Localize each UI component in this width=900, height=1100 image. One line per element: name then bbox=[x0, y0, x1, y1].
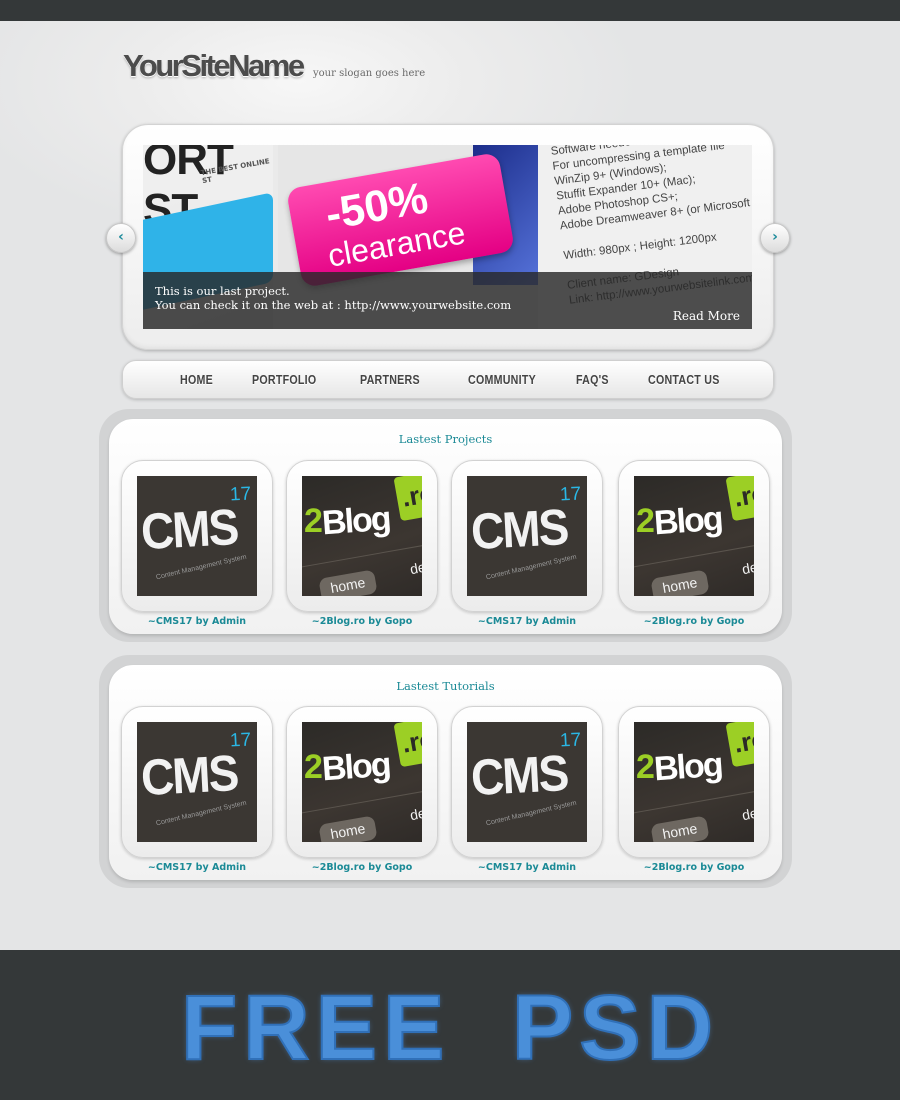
read-more-link[interactable]: Read More bbox=[673, 309, 740, 323]
cms17-thumbnail[interactable]: CMS 17 Content Management System bbox=[467, 722, 587, 842]
top-bar bbox=[0, 0, 900, 21]
projects-card[interactable]: CMS 17 Content Management System bbox=[451, 460, 603, 612]
blog-home-button-art: home bbox=[650, 569, 710, 596]
tutorials-title: Lastest Tutorials bbox=[396, 679, 495, 693]
cms-logo-number: 17 bbox=[559, 483, 582, 506]
cms-logo-number: 17 bbox=[229, 729, 252, 752]
nav-item-community[interactable]: COMMUNITY bbox=[468, 372, 536, 387]
tutorials-card-label[interactable]: ~2Blog.ro by Gopo bbox=[614, 862, 774, 873]
blog-thumbnail[interactable]: .ro 2 Blog home de bbox=[634, 476, 754, 596]
nav-item-partners[interactable]: PARTNERS bbox=[360, 372, 420, 387]
caption-line-2: You can check it on the web at : http://… bbox=[155, 298, 512, 312]
site-logo[interactable]: YourSiteName bbox=[123, 48, 305, 84]
tutorials-card[interactable]: .ro 2 Blog home de bbox=[286, 706, 438, 858]
blog-thumbnail[interactable]: .ro 2 Blog home de bbox=[302, 722, 422, 842]
cms-logo-number: 17 bbox=[559, 729, 582, 752]
nav-item-portfolio[interactable]: PORTFOLIO bbox=[252, 372, 316, 387]
blog-home-button-art: home bbox=[318, 569, 378, 596]
blog-thumbnail[interactable]: .ro 2 Blog home de bbox=[302, 476, 422, 596]
nav-item-home[interactable]: HOME bbox=[180, 372, 213, 387]
projects-title: Lastest Projects bbox=[398, 432, 493, 446]
slide-caption: This is our last project. You can check … bbox=[143, 272, 752, 329]
chevron-right-icon: › bbox=[772, 229, 778, 245]
blog-stripe bbox=[302, 538, 422, 571]
caption-line-1: This is our last project. bbox=[155, 284, 290, 298]
tutorials-card[interactable]: .ro 2 Blog home de bbox=[618, 706, 770, 858]
nav-item-faqs[interactable]: FAQ'S bbox=[576, 372, 609, 387]
blog-thumbnail[interactable]: .ro 2 Blog home de bbox=[634, 722, 754, 842]
blog-logo-text: Blog bbox=[320, 499, 391, 543]
tutorials-card[interactable]: CMS 17 Content Management System bbox=[451, 706, 603, 858]
site-slogan: your slogan goes here bbox=[313, 68, 426, 79]
cms-logo-text: CMS bbox=[469, 743, 569, 807]
chevron-left-icon: ‹ bbox=[118, 229, 124, 245]
projects-card[interactable]: .ro 2 Blog home de bbox=[286, 460, 438, 612]
blog-home-button-art: home bbox=[318, 815, 378, 842]
blog-de-text: de bbox=[408, 558, 422, 578]
blog-logo-text: Blog bbox=[652, 745, 723, 789]
main-nav: HOME PORTFOLIO PARTNERS COMMUNITY FAQ'S … bbox=[122, 360, 774, 399]
slider-prev-button[interactable]: ‹ bbox=[106, 223, 136, 253]
cms-logo-text: CMS bbox=[139, 743, 239, 807]
projects-card-label[interactable]: ~2Blog.ro by Gopo bbox=[282, 616, 442, 627]
projects-card-label[interactable]: ~CMS17 by Admin bbox=[447, 616, 607, 627]
projects-card[interactable]: .ro 2 Blog home de bbox=[618, 460, 770, 612]
blog-de-text: de bbox=[740, 804, 754, 824]
blog-stripe bbox=[634, 784, 754, 817]
projects-card-label[interactable]: ~CMS17 by Admin bbox=[117, 616, 277, 627]
blog-logo-text: Blog bbox=[320, 745, 391, 789]
blog-logo-text: Blog bbox=[652, 499, 723, 543]
cms-logo-text: CMS bbox=[469, 497, 569, 561]
cms17-thumbnail[interactable]: CMS 17 Content Management System bbox=[137, 476, 257, 596]
footer: FREE PSD bbox=[0, 950, 900, 1100]
tutorials-card[interactable]: CMS 17 Content Management System bbox=[121, 706, 273, 858]
cms17-thumbnail[interactable]: CMS 17 Content Management System bbox=[467, 476, 587, 596]
projects-card[interactable]: CMS 17 Content Management System bbox=[121, 460, 273, 612]
cms17-thumbnail[interactable]: CMS 17 Content Management System bbox=[137, 722, 257, 842]
tutorials-card-label[interactable]: ~CMS17 by Admin bbox=[447, 862, 607, 873]
blog-home-button-art: home bbox=[650, 815, 710, 842]
blog-de-text: de bbox=[740, 558, 754, 578]
nav-item-contact[interactable]: CONTACT US bbox=[648, 372, 720, 387]
tutorials-card-label[interactable]: ~2Blog.ro by Gopo bbox=[282, 862, 442, 873]
tutorials-card-label[interactable]: ~CMS17 by Admin bbox=[117, 862, 277, 873]
slider-next-button[interactable]: › bbox=[760, 223, 790, 253]
blog-stripe bbox=[302, 784, 422, 817]
cms-logo-text: CMS bbox=[139, 497, 239, 561]
free-psd-banner: FREE PSD bbox=[180, 976, 720, 1080]
projects-card-label[interactable]: ~2Blog.ro by Gopo bbox=[614, 616, 774, 627]
cms-logo-number: 17 bbox=[229, 483, 252, 506]
blog-de-text: de bbox=[408, 804, 422, 824]
blog-stripe bbox=[634, 538, 754, 571]
